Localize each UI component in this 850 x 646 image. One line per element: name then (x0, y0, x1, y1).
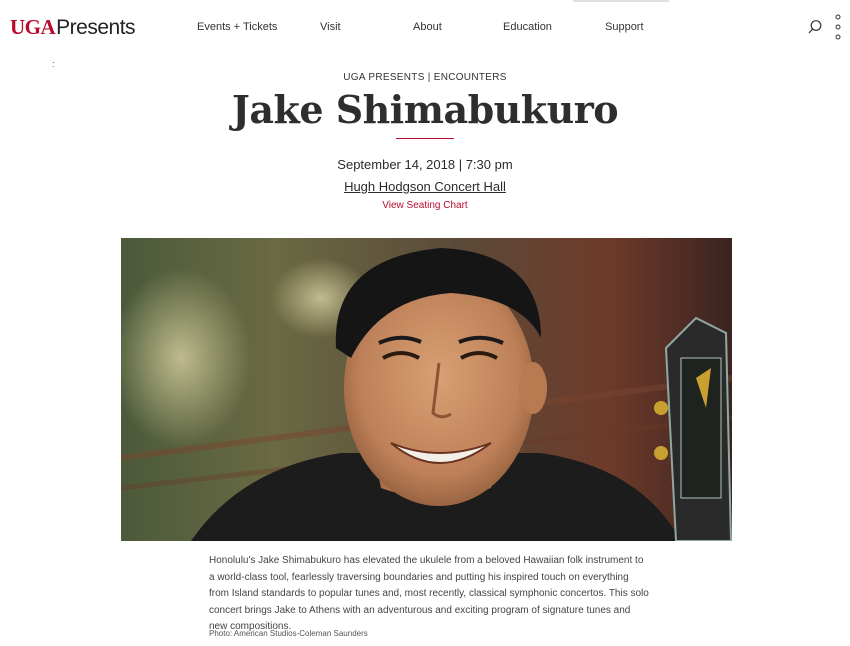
logo-presents-text: Presents (56, 16, 136, 39)
seating-chart-link[interactable]: View Seating Chart (382, 200, 467, 211)
nav-active-indicator (573, 0, 669, 2)
nav-events-tickets[interactable]: Events + Tickets (197, 21, 277, 33)
photo-credit: Photo: American Studios-Coleman Saunders (209, 629, 368, 638)
page-title: Jake Shimabukuro (231, 87, 619, 132)
logo-uga-text: UGA (10, 15, 56, 39)
vertical-dots-menu-icon[interactable] (834, 14, 842, 40)
venue-link[interactable]: Hugh Hodgson Concert Hall (344, 179, 506, 194)
nav-visit[interactable]: Visit (320, 21, 341, 33)
hero-photo (121, 238, 732, 541)
nav-support[interactable]: Support (605, 21, 644, 33)
site-header: UGAPresents Events + Tickets Visit About… (0, 0, 850, 56)
venue-row: Hugh Hodgson Concert Hall (0, 179, 850, 194)
title-divider (396, 138, 454, 139)
artist-portrait-image (121, 238, 732, 541)
event-datetime: September 14, 2018 | 7:30 pm (337, 157, 513, 172)
event-kicker: UGA PRESENTS | ENCOUNTERS (343, 72, 507, 83)
nav-education[interactable]: Education (503, 21, 552, 33)
search-icon[interactable] (807, 19, 823, 35)
seating-row: View Seating Chart (0, 200, 850, 211)
nav-about[interactable]: About (413, 21, 442, 33)
stray-mark: : (52, 59, 55, 69)
event-description: Honolulu's Jake Shimabukuro has elevated… (209, 555, 649, 632)
uga-presents-logo[interactable]: UGAPresents (10, 14, 136, 41)
